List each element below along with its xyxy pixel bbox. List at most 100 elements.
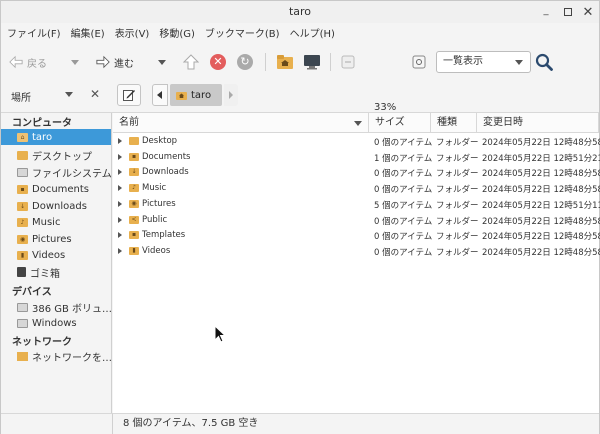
breadcrumb-home[interactable]: taro bbox=[170, 84, 222, 106]
expand-arrow-icon[interactable] bbox=[118, 153, 122, 160]
table-row[interactable]: ▪ Documents 1 個のアイテム フォルダー 2024年05月22日 12時51… bbox=[113, 150, 600, 166]
menu-view[interactable]: 表示(V) bbox=[115, 25, 150, 45]
file-date: 2024年05月22日 12時51分21秒 bbox=[482, 153, 600, 164]
title-bar[interactable]: taro _ ✕ bbox=[1, 1, 599, 23]
back-history-dropdown[interactable] bbox=[71, 51, 79, 73]
sidebar-item-documents[interactable]: ▪ Documents bbox=[1, 181, 111, 197]
folder-icon bbox=[129, 137, 139, 145]
zoom-out-icon bbox=[341, 55, 355, 69]
breadcrumb-scroll-left[interactable] bbox=[152, 84, 168, 106]
trash-icon bbox=[17, 267, 26, 277]
file-name: Downloads bbox=[142, 167, 189, 178]
expand-arrow-icon[interactable] bbox=[118, 247, 122, 254]
file-size: 0 個のアイテム bbox=[374, 169, 433, 180]
sidebar-item-videos[interactable]: ▮ Videos bbox=[1, 247, 111, 263]
forward-label: 進む bbox=[114, 58, 134, 70]
sidebar-item-taro[interactable]: ⌂ taro bbox=[1, 129, 111, 145]
zoom-out-button[interactable] bbox=[341, 51, 355, 73]
search-button[interactable] bbox=[535, 51, 553, 73]
sort-descending-icon bbox=[354, 121, 362, 126]
sidebar-mode-label[interactable]: 場所 bbox=[11, 89, 31, 104]
close-icon[interactable]: ✕ bbox=[581, 5, 595, 20]
expand-arrow-icon[interactable] bbox=[118, 216, 122, 223]
sidebar-item-network[interactable]: ネットワークを… bbox=[1, 348, 111, 364]
reload-button[interactable]: ↻ bbox=[237, 51, 253, 73]
menu-bookmarks[interactable]: ブックマーク(B) bbox=[205, 25, 280, 45]
view-mode-select[interactable]: 一覧表示 bbox=[436, 51, 531, 73]
file-name: Templates bbox=[142, 230, 186, 241]
table-row[interactable]: ▪ Templates 0 個のアイテム フォルダー 2024年05月22日 12時48… bbox=[113, 228, 600, 244]
column-header-name[interactable]: 名前 bbox=[113, 113, 369, 133]
file-type: フォルダー bbox=[436, 216, 479, 227]
chevron-down-icon bbox=[71, 59, 79, 65]
chevron-down-icon[interactable] bbox=[65, 92, 73, 97]
table-row[interactable]: ↓ Downloads 0 個のアイテム フォルダー 2024年05月22日 12時48… bbox=[113, 165, 600, 181]
drive-icon bbox=[17, 318, 28, 328]
file-name: Public bbox=[142, 214, 168, 225]
sidebar-item-desktop[interactable]: デスクトップ bbox=[1, 147, 111, 163]
menu-edit[interactable]: 編集(E) bbox=[71, 25, 105, 45]
table-row[interactable]: ♪ Music 0 個のアイテム フォルダー 2024年05月22日 12時48分58秒 bbox=[113, 181, 600, 197]
zoom-reset-icon bbox=[412, 55, 426, 69]
expand-arrow-icon[interactable] bbox=[118, 185, 122, 192]
file-name: Videos bbox=[142, 245, 171, 256]
table-row[interactable]: < Public 0 個のアイテム フォルダー 2024年05月22日 12時48分58… bbox=[113, 213, 600, 229]
forward-history-dropdown[interactable] bbox=[158, 51, 166, 73]
sidebar-item-label: Music bbox=[32, 216, 61, 228]
file-date: 2024年05月22日 12時48分58秒 bbox=[482, 216, 600, 227]
computer-button[interactable] bbox=[303, 51, 321, 73]
expand-arrow-icon[interactable] bbox=[118, 200, 122, 207]
file-name: Documents bbox=[142, 151, 191, 162]
table-row[interactable]: Desktop 0 個のアイテム フォルダー 2024年05月22日 12時48分58… bbox=[113, 134, 600, 150]
sidebar-heading-network: ネットワーク bbox=[12, 337, 72, 348]
menu-file[interactable]: ファイル(F) bbox=[7, 25, 61, 45]
folder-icon: < bbox=[129, 215, 139, 224]
close-sidebar-icon[interactable]: ✕ bbox=[90, 87, 100, 101]
computer-icon bbox=[304, 55, 320, 70]
sidebar-item-music[interactable]: ♪ Music bbox=[1, 214, 111, 230]
menu-help[interactable]: ヘルプ(H) bbox=[290, 25, 335, 45]
column-header-size[interactable]: サイズ bbox=[369, 113, 431, 133]
reload-icon: ↻ bbox=[237, 54, 253, 70]
back-arrow-icon bbox=[9, 55, 23, 69]
expand-arrow-icon[interactable] bbox=[118, 138, 122, 144]
sidebar-item-volume[interactable]: 386 GB ボリュ… bbox=[1, 299, 111, 315]
sidebar-item-trash[interactable]: ゴミ箱 bbox=[1, 264, 111, 280]
column-header-date[interactable]: 変更日時 bbox=[477, 113, 599, 133]
zoom-reset-button[interactable] bbox=[412, 51, 426, 73]
table-row[interactable]: ▮ Videos 0 個のアイテム フォルダー 2024年05月22日 12時48分58… bbox=[113, 244, 600, 260]
stop-icon: ✕ bbox=[210, 54, 226, 70]
toggle-location-entry-button[interactable] bbox=[117, 84, 141, 106]
table-row[interactable]: ◉ Pictures 5 個のアイテム フォルダー 2024年05月22日 12時51分… bbox=[113, 197, 600, 213]
location-bar: 場所 ✕ taro bbox=[1, 79, 599, 113]
sidebar-item-label: ファイルシステム bbox=[32, 168, 111, 180]
folder-icon: ↓ bbox=[129, 168, 139, 177]
file-size: 0 個のアイテム bbox=[374, 247, 433, 258]
downloads-folder-icon: ↓ bbox=[17, 201, 28, 211]
stop-button[interactable]: ✕ bbox=[210, 51, 226, 73]
forward-button[interactable]: 進む bbox=[96, 51, 134, 73]
up-button[interactable] bbox=[183, 51, 199, 73]
chevron-down-icon bbox=[158, 59, 166, 65]
menu-go[interactable]: 移動(G) bbox=[159, 25, 195, 45]
sidebar-item-pictures[interactable]: ◉ Pictures bbox=[1, 231, 111, 247]
home-button[interactable] bbox=[276, 51, 294, 73]
folder-icon: ♪ bbox=[129, 184, 139, 193]
file-size: 0 個のアイテム bbox=[374, 138, 433, 148]
maximize-icon[interactable] bbox=[561, 5, 575, 19]
sidebar-item-filesystem[interactable]: ファイルシステム bbox=[1, 164, 111, 180]
sidebar-item-windows[interactable]: Windows bbox=[1, 315, 111, 331]
window-title: taro bbox=[288, 5, 312, 18]
column-header-type[interactable]: 種類 bbox=[431, 113, 477, 133]
sidebar-item-downloads[interactable]: ↓ Downloads bbox=[1, 198, 111, 214]
sidebar-item-label: Pictures bbox=[32, 233, 72, 245]
toolbar-separator bbox=[265, 53, 266, 71]
back-button[interactable]: 戻る bbox=[9, 51, 47, 73]
menu-bar: ファイル(F) 編集(E) 表示(V) 移動(G) ブックマーク(B) ヘルプ(… bbox=[1, 25, 599, 45]
expand-arrow-icon[interactable] bbox=[118, 169, 122, 176]
expand-arrow-icon[interactable] bbox=[118, 232, 122, 239]
sidebar-item-label: Documents bbox=[32, 183, 90, 195]
breadcrumb-scroll-right[interactable] bbox=[224, 84, 238, 106]
file-type: フォルダー bbox=[436, 138, 479, 148]
minimize-icon[interactable]: _ bbox=[539, 3, 553, 17]
